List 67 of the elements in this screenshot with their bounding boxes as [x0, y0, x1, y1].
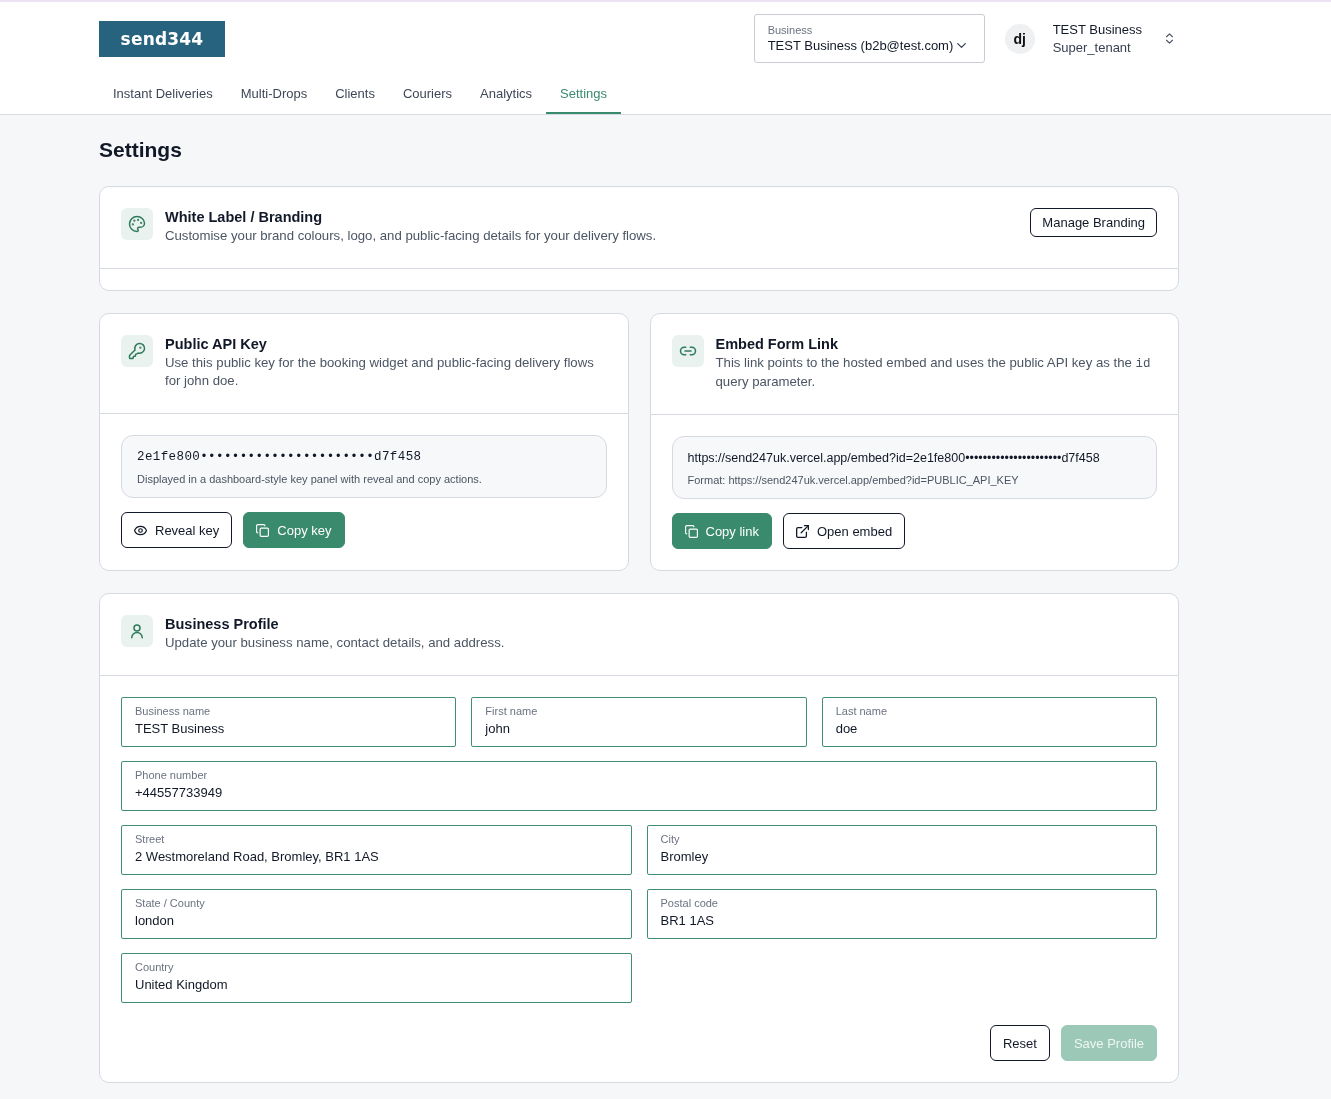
- account-role: Super_tenant: [1052, 38, 1132, 57]
- field-label: Phone number: [135, 768, 208, 783]
- embed-link-text: https://send247uk.vercel.app/embed?id=2e1fe800••••••••••••••••••••••d7f458: [687, 450, 1101, 467]
- field-label: Business name: [135, 704, 211, 719]
- business-select[interactable]: Business TEST Business (b2b@test.com): [753, 14, 985, 63]
- text-input[interactable]: 2 Westmoreland Road, Bromley, BR1 1AS: [135, 847, 618, 867]
- eye-icon: [134, 523, 147, 537]
- card-description: Update your business name, contact details, and address.: [165, 634, 506, 652]
- card-description: This link points to the hosted embed and uses the public API key as the id query parameter.: [715, 354, 1152, 391]
- field-label: Last name: [835, 704, 888, 719]
- card-description: Customise your brand colours, logo, and public-facing details for your delivery flows.: [165, 227, 658, 245]
- card-title: Business Profile: [165, 615, 280, 634]
- field-label: Country: [135, 960, 174, 975]
- card-title: Embed Form Link: [715, 335, 839, 354]
- nav-tab[interactable]: Multi-Drops: [226, 74, 322, 114]
- user-avatar: dj: [1004, 23, 1035, 54]
- open-embed-button[interactable]: Open embed: [782, 513, 906, 549]
- link-icon: [671, 335, 704, 367]
- api-key-text: 2e1fe800••••••••••••••••••••••d7f458: [137, 449, 423, 466]
- input-field[interactable]: City Bromley: [646, 825, 1157, 875]
- input-field[interactable]: State / County london: [121, 889, 632, 939]
- text-input[interactable]: United Kingdom: [135, 975, 618, 995]
- user-icon: [121, 615, 153, 647]
- logo: send344: [99, 20, 225, 57]
- input-field[interactable]: Business name TEST Business: [121, 697, 457, 747]
- nav-tab[interactable]: Settings: [546, 74, 622, 114]
- input-field[interactable]: Last name doe: [821, 697, 1157, 747]
- input-field[interactable]: Postal code BR1 1AS: [646, 889, 1157, 939]
- nav-tab[interactable]: Couriers: [388, 74, 467, 114]
- field-label: City: [660, 832, 680, 847]
- page-title: Settings: [99, 137, 183, 163]
- copy-link-button[interactable]: Copy link: [671, 513, 772, 549]
- card-title: Public API Key: [165, 335, 268, 354]
- text-input[interactable]: doe: [835, 719, 1143, 739]
- text-input[interactable]: BR1 1AS: [660, 911, 1143, 931]
- nav-tab[interactable]: Analytics: [466, 74, 547, 114]
- text-input[interactable]: london: [135, 911, 618, 931]
- input-field[interactable]: Country United Kingdom: [121, 953, 632, 1003]
- key-panel-caption: Displayed in a dashboard-style key panel with reveal and copy actions.: [137, 472, 483, 487]
- field-label: First name: [485, 704, 538, 719]
- link-format-caption: Format: https://send247uk.vercel.app/embed?id=PUBLIC_API_KEY: [687, 473, 1020, 488]
- reset-button[interactable]: Reset: [989, 1025, 1050, 1061]
- copy-icon: [684, 524, 698, 538]
- field-label: Street: [135, 832, 165, 847]
- nav-tab[interactable]: Clients: [321, 74, 389, 114]
- input-field[interactable]: Street 2 Westmoreland Road, Bromley, BR1 1AS: [121, 825, 632, 875]
- field-label: Postal code: [660, 896, 718, 911]
- card-title: White Label / Branding: [165, 208, 324, 227]
- chevron-down-icon: [957, 43, 967, 48]
- text-input[interactable]: john: [485, 719, 793, 739]
- external-link-icon: [795, 524, 809, 538]
- key-icon: [121, 335, 153, 367]
- text-input[interactable]: +44557733949: [135, 783, 1143, 803]
- card-description: Use this public key for the booking widget and public-facing delivery flows for john doe.: [165, 354, 595, 390]
- input-field[interactable]: First name john: [471, 697, 807, 747]
- text-input[interactable]: TEST Business: [135, 719, 443, 739]
- palette-icon: [121, 208, 153, 240]
- manage-branding-button[interactable]: Manage Branding: [1030, 208, 1157, 237]
- account-name: TEST Business: [1052, 20, 1142, 39]
- text-input[interactable]: Bromley: [660, 847, 1143, 867]
- reveal-key-button[interactable]: Reveal key: [121, 512, 233, 548]
- input-field[interactable]: Phone number +44557733949: [121, 761, 1157, 811]
- copy-icon: [256, 523, 270, 537]
- nav-tab[interactable]: Instant Deliveries: [99, 74, 227, 114]
- field-label: State / County: [135, 896, 205, 911]
- chevrons-up-down-icon[interactable]: [1166, 33, 1173, 44]
- copy-key-button[interactable]: Copy key: [243, 512, 345, 548]
